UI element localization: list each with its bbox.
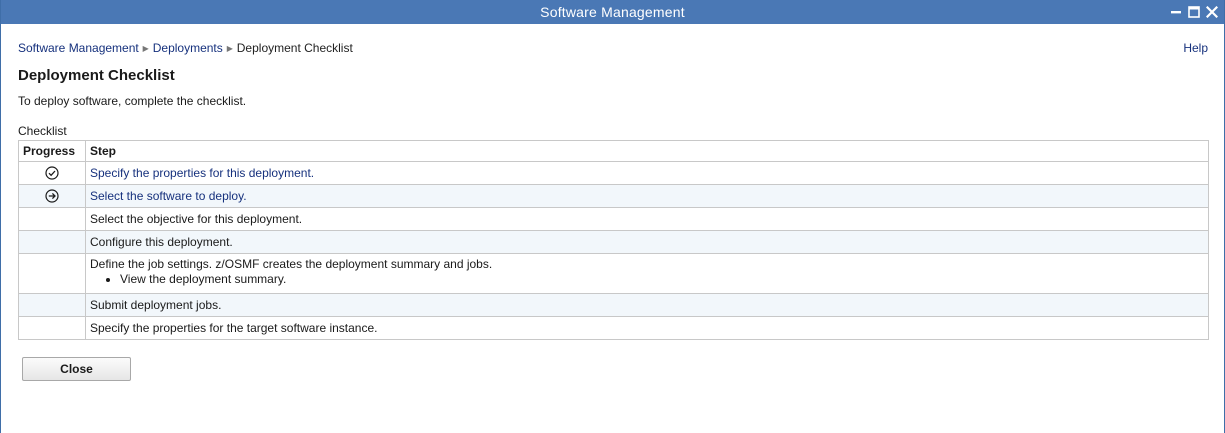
window-title: Software Management — [540, 4, 685, 20]
checklist-caption: Checklist — [18, 124, 67, 138]
step-link-select-software[interactable]: Select the software to deploy. — [90, 189, 247, 203]
minimize-icon[interactable] — [1170, 6, 1182, 18]
substep-item: View the deployment summary. — [120, 272, 1204, 287]
progress-cell — [18, 316, 86, 340]
page-title: Deployment Checklist — [18, 67, 175, 84]
substep-list: View the deployment summary. — [120, 272, 1204, 287]
breadcrumb-current: Deployment Checklist — [236, 41, 353, 55]
progress-cell — [18, 161, 86, 185]
main-content: Software Management ▶ Deployments ▶ Depl… — [1, 41, 1224, 381]
progress-cell — [18, 253, 86, 294]
intro-text: To deploy software, complete the checkli… — [18, 94, 247, 108]
window-controls — [1170, 0, 1218, 24]
title-bar: Software Management — [1, 0, 1224, 24]
table-row: Submit deployment jobs. — [18, 293, 1209, 317]
app-window: Software Management Software Management … — [0, 0, 1225, 433]
breadcrumb-deployments[interactable]: Deployments — [153, 41, 223, 55]
help-link[interactable]: Help — [1183, 41, 1208, 55]
progress-cell — [18, 293, 86, 317]
table-row: Select the objective for this deployment… — [18, 207, 1209, 231]
table-row: Specify the properties for this deployme… — [18, 161, 1209, 185]
table-header-row: Progress Step — [18, 140, 1209, 162]
progress-cell — [18, 207, 86, 231]
step-cell: Select the objective for this deployment… — [85, 207, 1209, 231]
checklist-table: Progress Step Specify the properties for… — [18, 140, 1209, 340]
table-row: Define the job settings. z/OSMF creates … — [18, 253, 1209, 294]
step-cell: Specify the properties for this deployme… — [85, 161, 1209, 185]
arrow-circle-icon — [45, 189, 59, 204]
check-circle-icon — [45, 166, 59, 181]
close-button[interactable]: Close — [22, 357, 131, 381]
progress-cell — [18, 184, 86, 208]
step-cell: Define the job settings. z/OSMF creates … — [85, 253, 1209, 294]
breadcrumb-software-management[interactable]: Software Management — [18, 41, 139, 55]
progress-cell — [18, 230, 86, 254]
step-cell: Specify the properties for the target so… — [85, 316, 1209, 340]
close-icon[interactable] — [1206, 6, 1218, 18]
step-cell: Select the software to deploy. — [85, 184, 1209, 208]
maximize-icon[interactable] — [1188, 6, 1200, 18]
step-cell: Submit deployment jobs. — [85, 293, 1209, 317]
breadcrumb-row: Software Management ▶ Deployments ▶ Depl… — [18, 41, 1208, 63]
table-row: Select the software to deploy. — [18, 184, 1209, 208]
chevron-right-icon: ▶ — [226, 43, 233, 53]
chevron-right-icon: ▶ — [142, 43, 149, 53]
step-text: Define the job settings. z/OSMF creates … — [90, 257, 493, 271]
step-cell: Configure this deployment. — [85, 230, 1209, 254]
column-header-step: Step — [85, 140, 1209, 162]
table-row: Configure this deployment. — [18, 230, 1209, 254]
breadcrumb: Software Management ▶ Deployments ▶ Depl… — [18, 41, 1208, 55]
step-link-properties[interactable]: Specify the properties for this deployme… — [90, 166, 314, 180]
column-header-progress: Progress — [18, 140, 86, 162]
table-row: Specify the properties for the target so… — [18, 316, 1209, 340]
